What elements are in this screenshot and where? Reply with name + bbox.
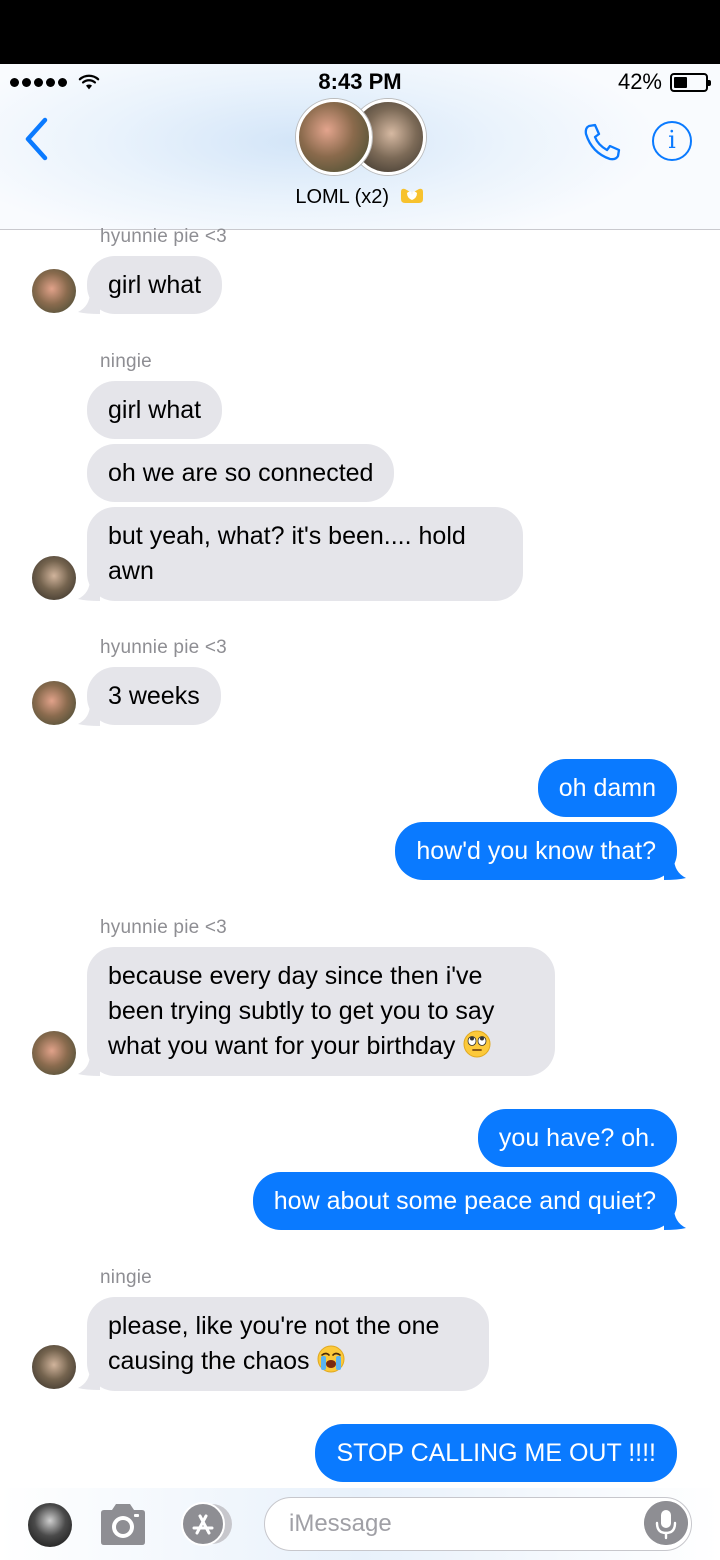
phone-icon[interactable]	[580, 120, 624, 164]
sender-avatar[interactable]	[32, 556, 76, 600]
battery-indicator: 42%	[617, 66, 711, 98]
outgoing-message-bubble[interactable]: oh damn	[537, 759, 677, 817]
back-chevron-icon[interactable]	[18, 114, 58, 164]
incoming-message-bubble[interactable]: 3 weeks	[87, 667, 221, 725]
info-icon[interactable]: i	[652, 121, 692, 161]
outgoing-message-bubble[interactable]: you have? oh.	[477, 1109, 677, 1167]
incoming-message-bubble[interactable]: but yeah, what? it's been.... hold awn	[87, 507, 523, 601]
message-line: but yeah, what? it's been.... hold	[108, 522, 466, 550]
sender-label: hyunnie pie <3	[100, 226, 227, 247]
group-avatar-hyunnie[interactable]	[296, 99, 372, 175]
message-line: please, like you're not the one	[108, 1312, 440, 1340]
top-black-bar	[0, 0, 720, 64]
message-line: been trying subtly to get you to say	[108, 997, 495, 1025]
camera-icon[interactable]	[98, 1500, 148, 1548]
sender-avatar[interactable]	[32, 1345, 76, 1389]
incoming-message-bubble[interactable]: please, like you're not the one causing …	[87, 1297, 489, 1391]
message-line-text: what you want for your birthday	[108, 1032, 456, 1060]
message-line: causing the chaos	[108, 1344, 468, 1379]
sender-label: hyunnie pie <3	[100, 917, 227, 938]
status-time: 8:43 PM	[318, 69, 402, 94]
conversation-title[interactable]: LOML (x2)	[0, 186, 720, 209]
sender-label: hyunnie pie <3	[100, 637, 227, 658]
incoming-message-bubble[interactable]: girl what	[87, 381, 223, 439]
sender-avatar[interactable]	[32, 1031, 76, 1075]
memoji-avatar[interactable]	[28, 1503, 72, 1547]
microphone-icon[interactable]	[644, 1501, 688, 1545]
sender-avatar[interactable]	[32, 269, 76, 313]
app-store-icon[interactable]	[178, 1502, 238, 1546]
input-placeholder: iMessage	[289, 1510, 392, 1537]
incoming-message-bubble[interactable]: oh we are so connected	[87, 444, 395, 502]
imessage-input[interactable]: iMessage	[264, 1497, 692, 1551]
heart-hands-emoji-icon	[400, 188, 423, 203]
outgoing-message-bubble[interactable]: STOP CALLING ME OUT !!!!	[315, 1424, 677, 1482]
incoming-message-bubble[interactable]: because every day since then i've been t…	[87, 947, 555, 1076]
conversation-title-text: LOML (x2)	[295, 186, 390, 208]
sender-avatar[interactable]	[32, 681, 76, 725]
rolling-eyes-emoji-icon	[463, 1030, 491, 1058]
incoming-message-bubble[interactable]: girl what	[87, 256, 223, 314]
message-line: awn	[108, 557, 154, 585]
battery-icon	[670, 72, 711, 92]
message-line: because every day since then i've	[108, 962, 483, 990]
outgoing-message-bubble[interactable]: how about some peace and quiet?	[252, 1172, 677, 1230]
battery-percent: 42%	[617, 69, 662, 94]
message-line-text: causing the chaos	[108, 1347, 310, 1375]
sender-label: ningie	[100, 1267, 152, 1288]
message-line: what you want for your birthday	[108, 1029, 534, 1064]
crying-emoji-icon	[317, 1345, 345, 1373]
outgoing-message-bubble[interactable]: how'd you know that?	[395, 822, 677, 880]
sender-label: ningie	[100, 351, 152, 372]
